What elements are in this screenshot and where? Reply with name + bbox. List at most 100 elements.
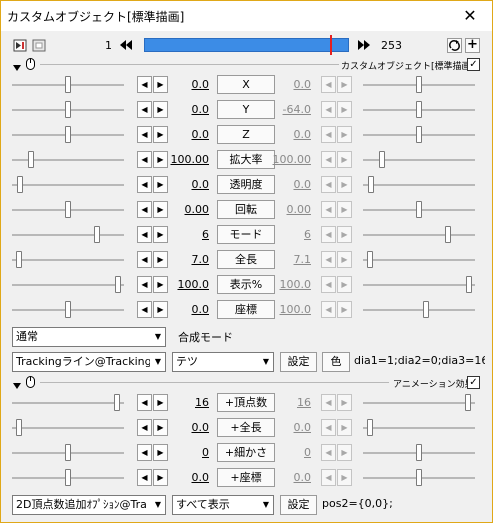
arrow-right-icon[interactable]: ▶	[337, 226, 352, 243]
arrow-right-icon[interactable]: ▶	[337, 394, 352, 411]
arrow-left-icon[interactable]: ◀	[321, 176, 336, 193]
start-value[interactable]: 0.0	[165, 78, 210, 91]
sub-select[interactable]: テツ ▼	[172, 352, 274, 372]
section-checkbox[interactable]: ✓	[467, 58, 480, 71]
slider-thumb[interactable]	[28, 151, 34, 168]
slider-thumb[interactable]	[466, 276, 472, 293]
arrow-left-icon[interactable]: ◀	[137, 151, 152, 168]
arrow-right-icon[interactable]: ▶	[337, 176, 352, 193]
arrow-right-icon[interactable]: ▶	[337, 151, 352, 168]
clip-icon[interactable]	[32, 39, 46, 52]
arrow-right-icon[interactable]: ▶	[337, 126, 352, 143]
slider-thumb[interactable]	[16, 419, 22, 436]
left-slider[interactable]	[12, 275, 124, 295]
arrow-right-icon[interactable]: ▶	[337, 301, 352, 318]
arrow-right-icon[interactable]: ▶	[337, 419, 352, 436]
left-slider[interactable]	[12, 75, 124, 95]
slider-thumb[interactable]	[65, 101, 71, 118]
arrow-right-icon[interactable]: ▶	[337, 101, 352, 118]
right-slider[interactable]	[363, 100, 475, 120]
left-slider[interactable]	[12, 100, 124, 120]
end-value[interactable]: 0.00	[267, 203, 312, 216]
start-value[interactable]: 0.0	[165, 471, 210, 484]
right-slider[interactable]	[363, 393, 475, 413]
left-slider[interactable]	[12, 300, 124, 320]
arrow-left-icon[interactable]: ◀	[321, 226, 336, 243]
slider-thumb[interactable]	[416, 444, 422, 461]
right-slider[interactable]	[363, 175, 475, 195]
fast-forward-icon[interactable]	[357, 38, 371, 52]
start-value[interactable]: 6	[165, 228, 209, 241]
right-slider[interactable]	[363, 443, 475, 463]
arrow-left-icon[interactable]: ◀	[321, 301, 336, 318]
anim-script-select[interactable]: 2D頂点数追加ｵﾌﾟｼｮﾝ@Tra ▼	[12, 495, 166, 515]
right-slider[interactable]	[363, 150, 475, 170]
arrow-left-icon[interactable]: ◀	[321, 444, 336, 461]
left-slider[interactable]	[12, 150, 124, 170]
timeline-cursor[interactable]	[330, 35, 332, 55]
end-value[interactable]: 0	[267, 446, 311, 459]
arrow-left-icon[interactable]: ◀	[137, 201, 152, 218]
arrow-left-icon[interactable]: ◀	[321, 126, 336, 143]
timeline-bar[interactable]	[144, 38, 349, 52]
arrow-left-icon[interactable]: ◀	[321, 469, 336, 486]
arrow-left-icon[interactable]: ◀	[137, 226, 152, 243]
end-value[interactable]: 100.0	[267, 278, 312, 291]
right-slider[interactable]	[363, 225, 475, 245]
arrow-left-icon[interactable]: ◀	[137, 469, 152, 486]
slider-thumb[interactable]	[416, 201, 422, 218]
slider-thumb[interactable]	[423, 301, 429, 318]
start-value[interactable]: 100.0	[165, 278, 210, 291]
end-value[interactable]: 0.0	[267, 421, 312, 434]
start-value[interactable]: 0	[165, 446, 209, 459]
slider-thumb[interactable]	[368, 176, 374, 193]
arrow-left-icon[interactable]: ◀	[137, 444, 152, 461]
arrow-left-icon[interactable]: ◀	[321, 251, 336, 268]
end-value[interactable]: 0.0	[267, 178, 312, 191]
plus-icon[interactable]: +	[465, 38, 480, 53]
arrow-right-icon[interactable]: ▶	[337, 444, 352, 461]
script-select[interactable]: Trackingライン@Trackingラ ▼	[12, 352, 166, 372]
slider-thumb[interactable]	[16, 251, 22, 268]
arrow-left-icon[interactable]: ◀	[321, 276, 336, 293]
arrow-right-icon[interactable]: ▶	[337, 76, 352, 93]
start-value[interactable]: 0.0	[165, 421, 210, 434]
arrow-right-icon[interactable]: ▶	[337, 201, 352, 218]
arrow-left-icon[interactable]: ◀	[321, 101, 336, 118]
slider-thumb[interactable]	[379, 151, 385, 168]
left-slider[interactable]	[12, 175, 124, 195]
arrow-left-icon[interactable]: ◀	[137, 394, 152, 411]
swap-icon[interactable]	[447, 38, 462, 53]
close-button[interactable]: ✕	[458, 4, 482, 28]
slider-thumb[interactable]	[367, 419, 373, 436]
arrow-left-icon[interactable]: ◀	[137, 301, 152, 318]
start-value[interactable]: 100.00	[165, 153, 210, 166]
start-value[interactable]: 7.0	[165, 253, 210, 266]
slider-thumb[interactable]	[416, 126, 422, 143]
right-slider[interactable]	[363, 200, 475, 220]
slider-thumb[interactable]	[65, 469, 71, 486]
end-value[interactable]: -64.0	[267, 103, 311, 116]
end-value[interactable]: 16	[267, 396, 311, 409]
arrow-left-icon[interactable]: ◀	[321, 76, 336, 93]
arrow-left-icon[interactable]: ◀	[137, 419, 152, 436]
slider-thumb[interactable]	[94, 226, 100, 243]
end-value[interactable]: 0.0	[267, 471, 312, 484]
triangle-down-icon[interactable]	[13, 379, 21, 389]
left-slider[interactable]	[12, 393, 124, 413]
slider-thumb[interactable]	[114, 394, 120, 411]
setting-button[interactable]: 設定	[280, 352, 317, 372]
slider-thumb[interactable]	[17, 176, 23, 193]
display-select[interactable]: すべて表示 ▼	[172, 495, 274, 515]
end-value[interactable]: 6	[267, 228, 311, 241]
slider-thumb[interactable]	[445, 226, 451, 243]
triangle-down-icon[interactable]	[13, 61, 21, 71]
slider-thumb[interactable]	[416, 76, 422, 93]
end-value[interactable]: 100.00	[267, 153, 312, 166]
right-slider[interactable]	[363, 75, 475, 95]
arrow-left-icon[interactable]: ◀	[321, 201, 336, 218]
arrow-left-icon[interactable]: ◀	[137, 76, 152, 93]
left-slider[interactable]	[12, 200, 124, 220]
rewind-icon[interactable]	[119, 38, 133, 52]
arrow-left-icon[interactable]: ◀	[321, 151, 336, 168]
